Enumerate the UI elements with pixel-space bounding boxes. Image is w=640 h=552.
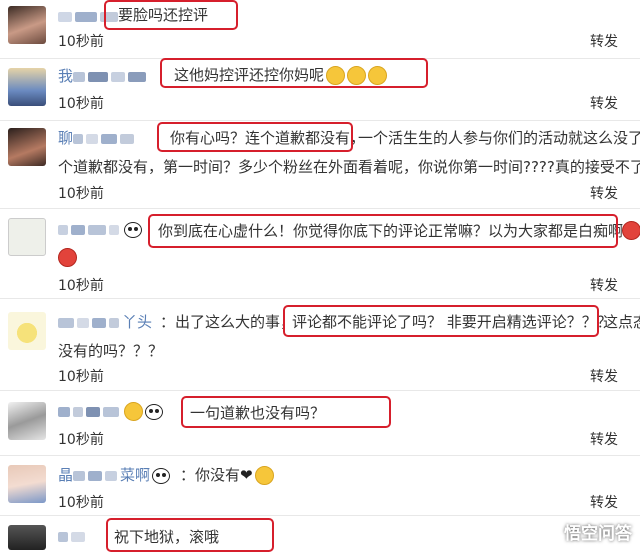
comment-4: 你到底在心虚什么！你觉得你底下的评论正常嘛？以为大家都是白痴啊！ 10秒前 转发 — [0, 208, 640, 298]
username[interactable]: 我 — [58, 65, 149, 86]
forward-button[interactable]: 转发 — [590, 366, 618, 386]
comment-2: 我 这他妈控评还控你妈呢 10秒前 转发 — [0, 58, 640, 120]
forward-button[interactable]: 转发 — [590, 93, 618, 113]
forward-button[interactable]: 转发 — [590, 492, 618, 512]
comment-5: 丫头 ：出了这么大的事， 评论都不能评论了吗？ 非要开启精选评论？？？ 这点态 … — [0, 298, 640, 390]
avatar[interactable] — [8, 128, 46, 166]
timestamp: 10秒前 — [58, 432, 104, 448]
avatar[interactable] — [8, 68, 46, 106]
highlight-box — [106, 518, 274, 552]
avatar[interactable] — [8, 6, 46, 44]
timestamp: 10秒前 — [58, 369, 104, 385]
emoji-icon — [124, 402, 143, 421]
username[interactable] — [58, 402, 165, 421]
highlight-box — [181, 396, 391, 428]
highlight-box — [104, 0, 238, 30]
panda-icon — [145, 403, 163, 420]
username[interactable]: 聊 — [58, 127, 137, 148]
username[interactable]: 丫头 — [58, 311, 152, 332]
highlight-box — [157, 122, 353, 152]
timestamp: 10秒前 — [58, 34, 104, 50]
panda-icon — [124, 221, 142, 238]
watermark-logo: 悟空问答 — [564, 524, 632, 544]
avatar[interactable] — [8, 525, 46, 550]
username[interactable]: 晶菜啊 — [58, 464, 172, 485]
comment-text-line2: 没有的吗？？？ — [58, 342, 164, 360]
timestamp: 10秒前 — [58, 278, 104, 294]
forward-button[interactable]: 转发 — [590, 183, 618, 203]
comment-3: 聊 你有心吗？连个道歉都没有， 一个活生生的人参与你们的活动就这么没了。 个道歉… — [0, 120, 640, 208]
comment-text-line2: 个道歉都没有，第一时间？多少个粉丝在外面看着呢，你说你第一时间????真的接受不… — [58, 158, 640, 176]
timestamp: 10秒前 — [58, 186, 104, 202]
comment-text-cont: 一个活生生的人参与你们的活动就这么没了。 — [358, 129, 640, 147]
highlight-box — [148, 214, 618, 248]
panda-icon — [152, 467, 171, 484]
avatar[interactable] — [8, 218, 46, 256]
username[interactable] — [58, 220, 144, 238]
angry-emoji-icon — [622, 221, 640, 240]
comment-text-cont: 这点态 — [603, 313, 640, 331]
forward-button[interactable]: 转发 — [590, 31, 618, 51]
username[interactable] — [58, 527, 88, 545]
timestamp: 10秒前 — [58, 495, 104, 511]
highlight-box — [283, 305, 599, 337]
comment-1: 要脸吗还控评 10秒前 转发 — [0, 0, 640, 58]
comment-6: 一句道歉也没有吗？ 10秒前 转发 — [0, 390, 640, 455]
angry-emoji-icon — [58, 248, 77, 267]
smile-emoji-icon — [254, 466, 274, 485]
avatar[interactable] — [8, 312, 46, 350]
forward-button[interactable]: 转发 — [590, 275, 618, 295]
avatar[interactable] — [8, 402, 46, 440]
comment-7: 晶菜啊 ：你没有❤ 10秒前 转发 — [0, 455, 640, 515]
comment-text: ：你没有❤ — [180, 464, 274, 485]
highlight-box — [160, 58, 428, 88]
avatar[interactable] — [8, 465, 46, 503]
comment-8: 祝下地狱，滚哦 — [0, 515, 640, 552]
timestamp: 10秒前 — [58, 96, 104, 112]
comment-text: ：出了这么大的事， — [160, 313, 296, 331]
heart-icon: ❤ — [240, 466, 253, 484]
forward-button[interactable]: 转发 — [590, 429, 618, 449]
